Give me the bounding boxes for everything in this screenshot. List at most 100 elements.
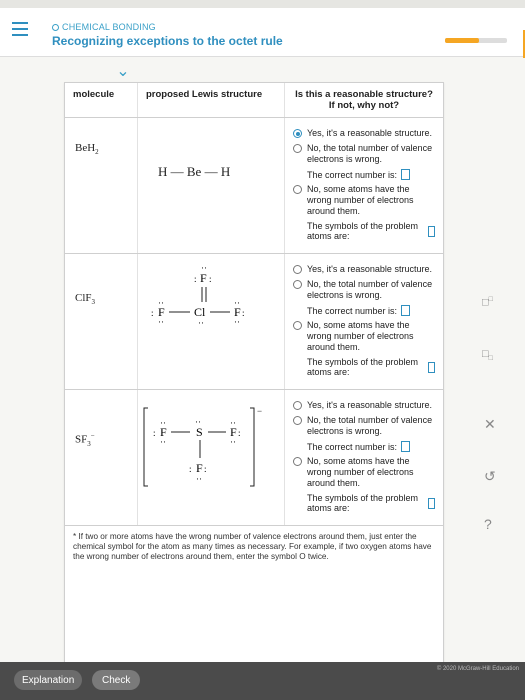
screen: CHEMICAL BONDING Recognizing exceptions … — [0, 0, 525, 700]
lone-pair: : — [242, 308, 245, 318]
answer-options: Yes, it's a reasonable structure. No, th… — [285, 254, 443, 389]
option-label: No, the total number of valence electron… — [307, 143, 433, 164]
correct-number-input[interactable] — [401, 305, 411, 316]
molecule-charge: − — [90, 432, 95, 440]
symbols-input[interactable] — [427, 225, 435, 237]
header: CHEMICAL BONDING Recognizing exceptions … — [0, 8, 525, 58]
question-table: molecule proposed Lewis structure Is thi… — [65, 83, 443, 526]
lone-pair: ·· — [201, 263, 207, 273]
header-question: Is this a reasonable structure? If not, … — [284, 83, 443, 118]
option-label: Yes, it's a reasonable structure. — [307, 400, 432, 410]
lone-pair: ·· — [230, 418, 236, 428]
option-no-total[interactable]: No, the total number of valence electron… — [293, 415, 435, 437]
atom-cl-center: Cl — [194, 305, 206, 319]
collapse-chevron-icon[interactable]: ⌄ — [112, 64, 134, 80]
atom-s-center: S — [196, 425, 203, 439]
option-label: No, some atoms have the wrong number of … — [307, 184, 414, 216]
sub-label: The correct number is: — [307, 305, 398, 316]
undo-icon[interactable]: ↺ — [484, 468, 496, 485]
lone-pair: ·· — [195, 417, 201, 427]
option-no-wrong-atoms[interactable]: No, some atoms have the wrong number of … — [293, 320, 435, 353]
table-row: SF3− − F : ·· ·· S ·· F: ·· ·· F:: ··… — [65, 389, 443, 526]
correct-number-input[interactable] — [401, 169, 411, 180]
charge-sign: − — [257, 406, 262, 416]
explanation-button[interactable]: Explanation — [14, 670, 83, 690]
lone-pair: : — [189, 464, 192, 474]
atom-f-top: F — [200, 271, 207, 285]
option-yes[interactable]: Yes, it's a reasonable structure. — [293, 400, 435, 411]
option-label: No, some atoms have the wrong number of … — [307, 456, 414, 488]
molecule-base: BeH — [75, 142, 96, 154]
radio-no-total[interactable] — [293, 416, 302, 425]
lone-pair: : — [151, 308, 154, 318]
correct-number-input[interactable] — [401, 441, 411, 452]
option-yes[interactable]: Yes, it's a reasonable structure. — [293, 128, 435, 139]
lone-pair: : — [209, 274, 212, 284]
option-no-wrong-atoms[interactable]: No, some atoms have the wrong number of … — [293, 184, 435, 217]
lone-pair: ·· — [234, 317, 240, 327]
lewis-structure-beh2: H — Be — H — [138, 118, 284, 180]
lewis-structure-clf3: F : : ·· F : ·· ·· Cl ·· F: ·· ·· — [138, 254, 284, 362]
lone-pair: : — [204, 464, 207, 474]
subject-label: CHEMICAL BONDING — [52, 22, 156, 32]
radio-yes[interactable] — [293, 265, 302, 274]
symbols-line: The symbols of the problem atoms are: — [307, 493, 435, 513]
table-row: BeH2 H — Be — H Yes, it's a reasonable s… — [65, 117, 443, 254]
radio-no-wrong-atoms[interactable] — [293, 457, 302, 466]
correct-number-line: The correct number is: — [307, 169, 435, 180]
bracket-left — [143, 407, 148, 487]
superscript-tool-icon[interactable]: □□ — [482, 348, 493, 362]
option-no-wrong-atoms[interactable]: No, some atoms have the wrong number of … — [293, 456, 435, 489]
molecule-name: BeH2 — [65, 118, 137, 156]
subscript-tool-icon[interactable]: □□ — [482, 296, 493, 309]
radio-no-total[interactable] — [293, 144, 302, 153]
correct-number-line: The correct number is: — [307, 305, 435, 316]
check-button[interactable]: Check — [92, 670, 141, 690]
table-row: ClF3 F : : ·· F : ·· ·· Cl ·· F: ·· ·· … — [65, 253, 443, 390]
option-no-total[interactable]: No, the total number of valence electron… — [293, 279, 435, 301]
radio-no-wrong-atoms[interactable] — [293, 185, 302, 194]
lone-pair: ·· — [196, 474, 202, 484]
option-label: No, some atoms have the wrong number of … — [307, 320, 414, 352]
lewis-structure-sf3: − F : ·· ·· S ·· F : ·· ·· F:: ·· — [138, 390, 284, 508]
lone-pair: ·· — [160, 418, 166, 428]
symbols-input[interactable] — [427, 361, 435, 373]
molecule-name: SF3− — [65, 390, 137, 448]
molecule-base: ClF — [75, 292, 92, 304]
lone-pair: ·· — [160, 437, 166, 447]
molecule-subscript: 3 — [91, 298, 96, 307]
hamburger-menu-icon[interactable] — [12, 22, 28, 36]
lone-pair: ·· — [198, 318, 204, 328]
circle-icon — [52, 24, 59, 31]
lewis-clf3-drawing: F : : ·· F : ·· ·· Cl ·· F: ·· ·· — [151, 263, 245, 328]
molecule-name: ClF3 — [65, 254, 137, 306]
lewis-text: H — Be — H — [158, 164, 231, 179]
radio-yes[interactable] — [293, 401, 302, 410]
option-yes[interactable]: Yes, it's a reasonable structure. — [293, 264, 435, 275]
sub-label: The symbols of the problem atoms are: — [307, 221, 419, 241]
symbols-line: The symbols of the problem atoms are: — [307, 357, 435, 377]
radio-no-total[interactable] — [293, 280, 302, 289]
lone-pair: ·· — [158, 298, 164, 308]
option-no-total[interactable]: No, the total number of valence electron… — [293, 143, 435, 165]
option-label: Yes, it's a reasonable structure. — [307, 128, 432, 138]
help-icon[interactable]: ? — [484, 516, 492, 532]
option-label: No, the total number of valence electron… — [307, 415, 433, 436]
lone-pair: : — [238, 428, 241, 438]
molecule-base: SF — [75, 433, 88, 446]
subscript-number: 3 — [87, 439, 91, 448]
copyright-text: © 2020 McGraw-Hill Education — [436, 666, 519, 672]
progress-bar — [445, 38, 507, 43]
lone-pair: : — [194, 274, 197, 284]
radio-yes[interactable] — [293, 129, 302, 138]
header-question-line1: Is this a reasonable structure? — [295, 89, 433, 100]
sub-label: The correct number is: — [307, 441, 398, 452]
radio-no-wrong-atoms[interactable] — [293, 321, 302, 330]
symbols-input[interactable] — [427, 497, 435, 509]
lone-pair: : — [153, 428, 156, 438]
subject-text: CHEMICAL BONDING — [62, 22, 156, 32]
sub-label: The correct number is: — [307, 169, 398, 180]
close-icon[interactable]: ✕ — [484, 416, 496, 433]
correct-number-line: The correct number is: — [307, 441, 435, 452]
progress-fill — [445, 38, 480, 43]
